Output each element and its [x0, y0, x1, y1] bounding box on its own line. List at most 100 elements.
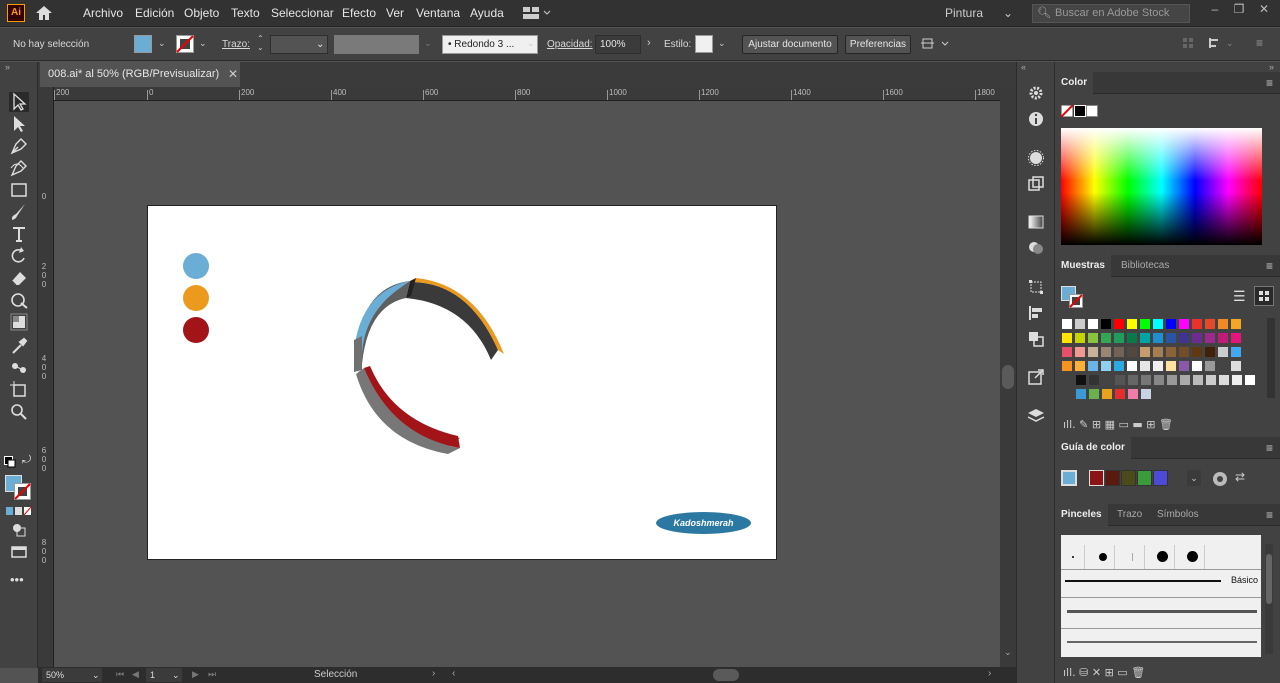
color-swatch[interactable]: [1113, 332, 1125, 344]
direct-selection-icon[interactable]: [9, 114, 29, 134]
color-swatch[interactable]: [1114, 388, 1126, 400]
color-swatch[interactable]: [1126, 346, 1138, 358]
graphic-style-swatch[interactable]: [695, 35, 713, 53]
color-swatch[interactable]: [1217, 346, 1229, 358]
color-swatch[interactable]: [1074, 360, 1086, 372]
last-artboard-icon[interactable]: ⏭: [208, 669, 216, 680]
color-swatch[interactable]: [1217, 318, 1229, 330]
color-mode-icons[interactable]: [5, 506, 33, 516]
transparency-icon[interactable]: [1027, 239, 1045, 257]
guide-color[interactable]: [1137, 470, 1152, 486]
color-swatch[interactable]: [1165, 332, 1177, 344]
minimize-icon[interactable]: –: [1207, 2, 1223, 18]
color-swatch[interactable]: [1230, 332, 1242, 344]
color-swatch[interactable]: [1140, 388, 1152, 400]
align-icon[interactable]: [1182, 37, 1194, 49]
shape-builder-icon[interactable]: [9, 312, 29, 332]
color-swatch[interactable]: [1088, 374, 1100, 386]
menu-archivo[interactable]: Archivo: [83, 6, 123, 20]
color-swatch[interactable]: [1139, 318, 1151, 330]
swap-colors-icon[interactable]: ⤾: [22, 454, 31, 467]
guide-color[interactable]: [1153, 470, 1168, 486]
color-swatch[interactable]: [1074, 318, 1086, 330]
color-wheel-icon[interactable]: [1211, 470, 1229, 488]
eyedropper-icon[interactable]: [9, 336, 29, 356]
chevron-down-icon[interactable]: ⌄: [1187, 470, 1201, 486]
grid-view-icon[interactable]: [1254, 286, 1274, 306]
rectangle-tool-icon[interactable]: [9, 180, 29, 200]
color-swatch[interactable]: [1126, 318, 1138, 330]
document-setup-button[interactable]: Ajustar documento: [742, 35, 838, 54]
color-spectrum[interactable]: [1061, 128, 1262, 245]
stroke-weight-input[interactable]: ⌄: [270, 35, 328, 54]
opacity-input[interactable]: 100%: [595, 35, 641, 54]
chevron-down-icon[interactable]: ⌄: [527, 38, 535, 49]
chevron-down-icon[interactable]: ⌄: [718, 38, 726, 49]
stroke-none-icon[interactable]: [176, 35, 194, 53]
chevron-down-icon[interactable]: ⌄: [1004, 647, 1012, 658]
color-swatch[interactable]: [1139, 346, 1151, 358]
transform-panel-icon[interactable]: [1027, 278, 1045, 296]
color-swatch[interactable]: [1191, 360, 1203, 372]
color-swatch[interactable]: [1217, 360, 1229, 372]
scroll-thumb[interactable]: [1002, 365, 1014, 389]
red-circle[interactable]: [183, 317, 209, 343]
color-swatch[interactable]: [1166, 374, 1178, 386]
color-swatch[interactable]: [1088, 388, 1100, 400]
color-swatch[interactable]: [1204, 346, 1216, 358]
document-tab[interactable]: 008.ai* al 50% (RGB/Previsualizar) ✕: [40, 62, 240, 87]
tab-trazo[interactable]: Trazo: [1111, 504, 1148, 526]
brush-definition-dropdown[interactable]: • Redondo 3 ...: [442, 35, 538, 54]
distribute-icon[interactable]: [1208, 36, 1222, 50]
layers-icon[interactable]: [1027, 407, 1045, 425]
orange-circle[interactable]: [183, 285, 209, 311]
stepper-icon[interactable]: ⌃ ⌄: [257, 34, 264, 52]
menu-texto[interactable]: Texto: [231, 6, 260, 20]
menu-ventana[interactable]: Ventana: [416, 6, 460, 20]
color-swatch[interactable]: [1087, 346, 1099, 358]
color-swatch[interactable]: [1218, 374, 1230, 386]
color-swatch[interactable]: [1087, 360, 1099, 372]
color-swatch[interactable]: [1100, 346, 1112, 358]
panel-menu-icon[interactable]: ≡: [1266, 441, 1273, 455]
tab-muestras[interactable]: Muestras: [1055, 255, 1111, 277]
color-swatch[interactable]: [1100, 360, 1112, 372]
guide-color[interactable]: [1105, 470, 1120, 486]
color-swatch[interactable]: [1178, 318, 1190, 330]
color-swatch[interactable]: [1061, 360, 1073, 372]
color-swatch[interactable]: [1191, 332, 1203, 344]
color-swatch[interactable]: [1217, 332, 1229, 344]
color-swatch[interactable]: [1152, 360, 1164, 372]
zoom-tool-icon[interactable]: [9, 402, 29, 422]
chevron-right-icon[interactable]: ›: [988, 668, 991, 679]
info-icon[interactable]: [1027, 110, 1045, 128]
vertical-scrollbar[interactable]: ⌄: [1000, 87, 1016, 667]
brush-dot[interactable]: [1121, 545, 1145, 569]
pathfinder-icon[interactable]: [1027, 330, 1045, 348]
artboard-number[interactable]: 1 ⌄: [146, 668, 182, 682]
color-swatch[interactable]: [1140, 374, 1152, 386]
none-swatch[interactable]: [1061, 105, 1073, 117]
charcoal-brush-stroke[interactable]: [1067, 610, 1257, 613]
color-swatch[interactable]: [1191, 318, 1203, 330]
black-swatch[interactable]: [1074, 105, 1086, 117]
curvature-tool-icon[interactable]: [9, 158, 29, 178]
tab-color[interactable]: Color: [1055, 72, 1094, 94]
stroke-label[interactable]: Trazo:: [222, 39, 250, 50]
artboard[interactable]: Kadoshmerah: [147, 205, 777, 560]
kadoshmerah-logo[interactable]: Kadoshmerah: [656, 512, 751, 534]
color-swatch[interactable]: [1192, 374, 1204, 386]
color-swatch[interactable]: [1061, 332, 1073, 344]
opacity-label[interactable]: Opacidad:: [547, 39, 593, 50]
tab-simbolos[interactable]: Símbolos: [1151, 504, 1205, 526]
color-swatch[interactable]: [1230, 360, 1242, 372]
color-swatch[interactable]: [1087, 318, 1099, 330]
color-swatch[interactable]: [1114, 374, 1126, 386]
brush-dot[interactable]: [1181, 545, 1205, 569]
chevron-down-icon[interactable]: ⌄: [158, 38, 166, 49]
graphic-styles-icon[interactable]: [1027, 175, 1045, 193]
stock-search-input[interactable]: 🔍︎ Buscar en Adobe Stock: [1032, 4, 1190, 23]
collapse-icon[interactable]: »: [1269, 62, 1274, 72]
color-swatch[interactable]: [1230, 318, 1242, 330]
color-swatch[interactable]: [1127, 388, 1139, 400]
